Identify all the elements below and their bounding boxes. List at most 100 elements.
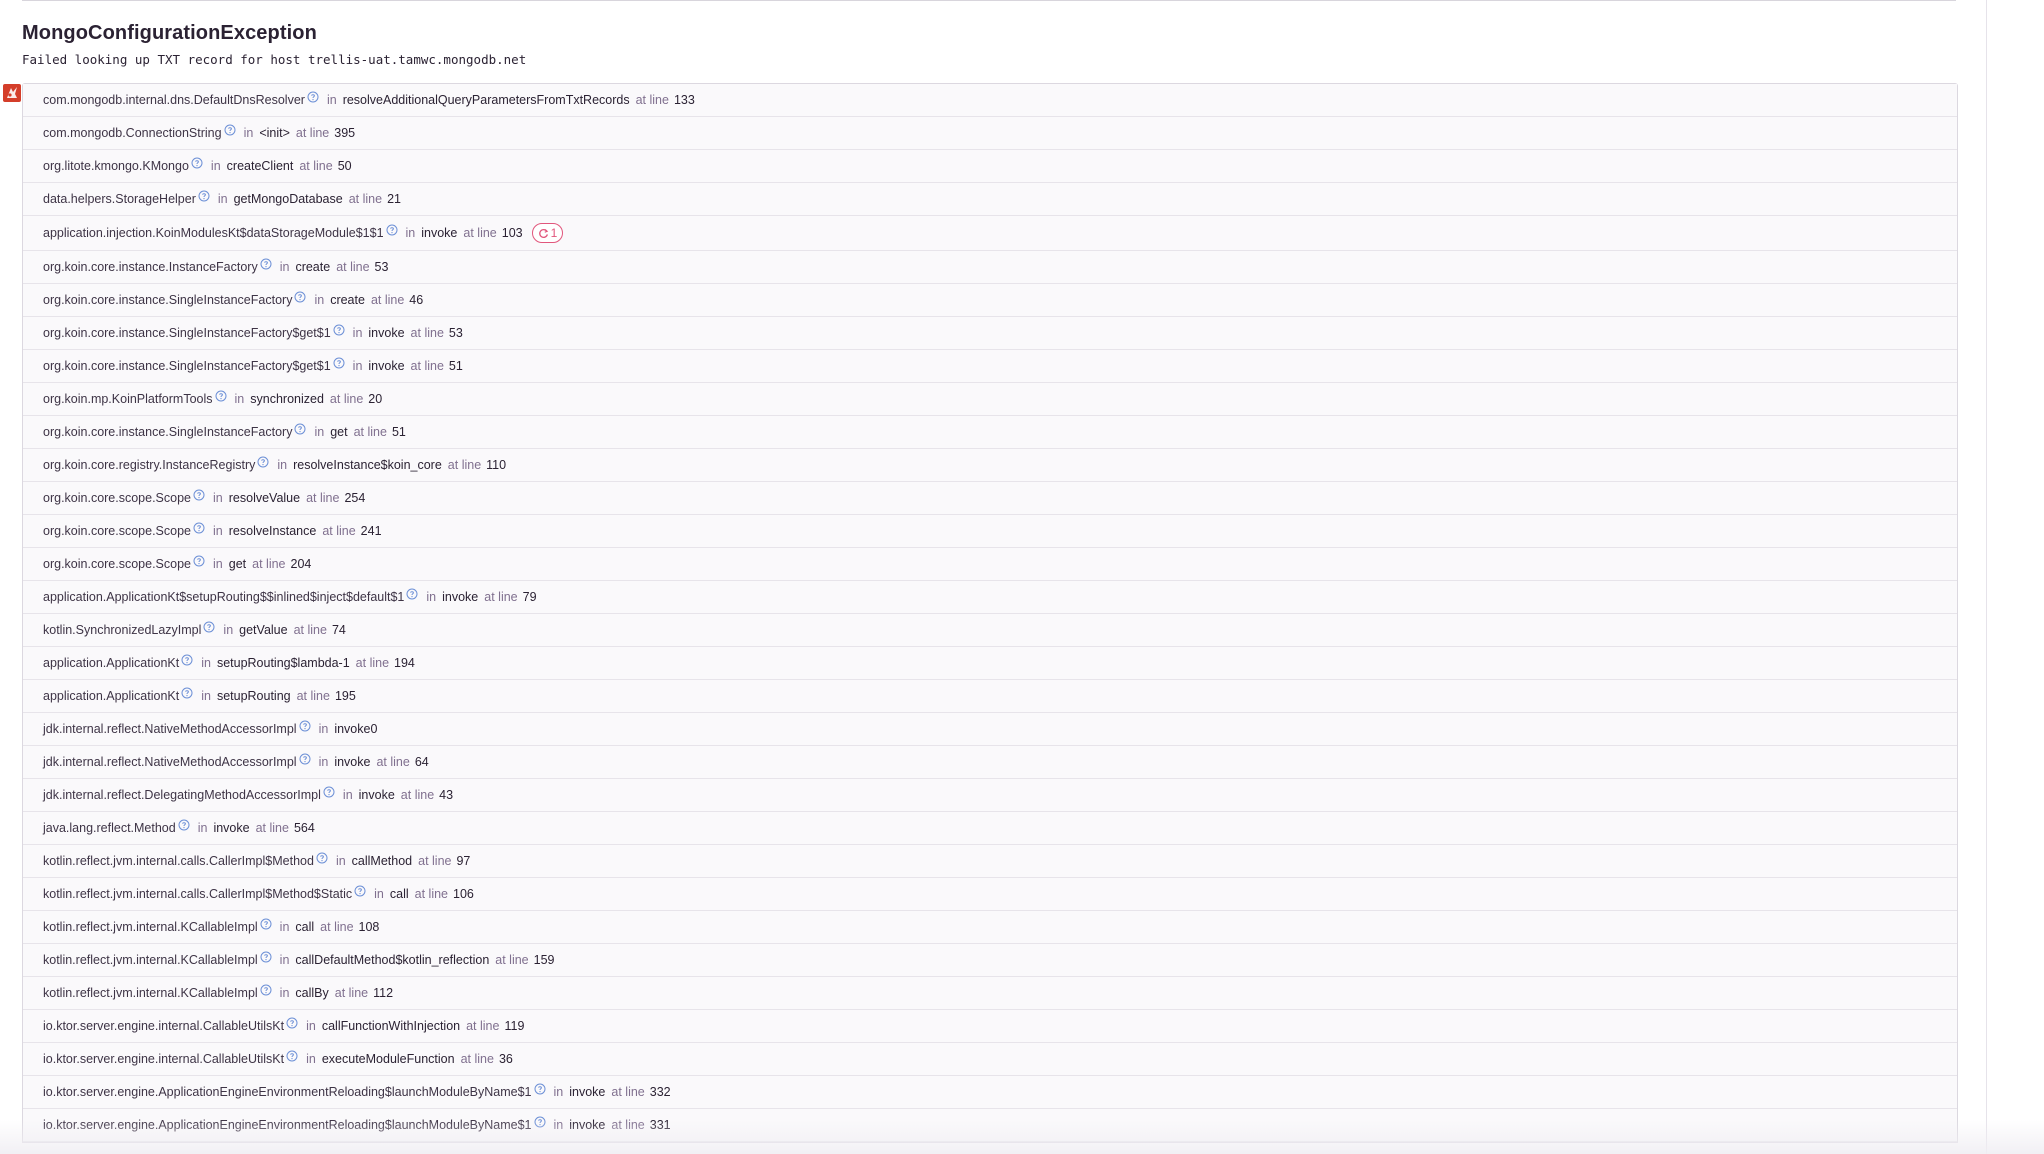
module-info-icon[interactable] — [294, 291, 306, 303]
frame-module: io.ktor.server.engine.ApplicationEngineE… — [43, 1085, 532, 1099]
stack-frame-row[interactable]: kotlin.reflect.jvm.internal.KCallableImp… — [23, 977, 1957, 1010]
frame-function: resolveValue — [228, 491, 301, 505]
stack-frame-row[interactable]: kotlin.reflect.jvm.internal.calls.Caller… — [23, 845, 1957, 878]
frame-line-number: 97 — [456, 854, 471, 868]
stack-frame-row[interactable]: org.koin.core.instance.SingleInstanceFac… — [23, 284, 1957, 317]
stack-frame-row[interactable]: org.litote.kmongo.KMongo in createClient at… — [23, 150, 1957, 183]
module-info-icon[interactable] — [181, 654, 193, 666]
frame-in-label: in — [234, 392, 245, 406]
frame-at-line-label: at line — [320, 920, 354, 934]
frame-at-line-label: at line — [400, 788, 435, 802]
stack-frame-row[interactable]: application.ApplicationKt in setupRouting$… — [23, 647, 1957, 680]
stack-frame-row[interactable]: data.helpers.StorageHelper in getMongoData… — [23, 183, 1957, 216]
stack-frame-row[interactable]: kotlin.reflect.jvm.internal.calls.Caller… — [23, 878, 1957, 911]
frame-line-number: 564 — [293, 821, 315, 835]
frame-at-line-label: at line — [353, 425, 387, 439]
stack-frame-row[interactable]: org.koin.core.registry.InstanceRegistry i… — [23, 449, 1957, 482]
module-info-icon[interactable] — [193, 489, 205, 501]
module-info-icon[interactable] — [299, 753, 311, 765]
frame-function: invoke — [334, 755, 371, 769]
stack-frame-row[interactable]: org.koin.core.instance.SingleInstanceFac… — [23, 317, 1957, 350]
frame-line-number: 331 — [649, 1118, 671, 1132]
stack-frame-row[interactable]: org.koin.mp.KoinPlatformTools in synchroni… — [23, 383, 1957, 416]
module-info-icon[interactable] — [215, 390, 227, 402]
module-info-icon[interactable] — [286, 1017, 298, 1029]
frame-module: io.ktor.server.engine.internal.CallableU… — [43, 1052, 285, 1066]
module-info-icon[interactable] — [354, 885, 366, 897]
module-info-icon[interactable] — [198, 190, 210, 202]
frame-in-label: in — [314, 425, 325, 439]
module-info-icon[interactable] — [193, 555, 205, 567]
module-info-icon[interactable] — [316, 852, 328, 864]
module-info-icon[interactable] — [260, 918, 272, 930]
frame-module: kotlin.reflect.jvm.internal.KCallableImp… — [43, 986, 258, 1000]
frame-at-line-label: at line — [495, 953, 529, 967]
stack-frame-row[interactable]: org.koin.core.scope.Scope in resolveInstan… — [23, 515, 1957, 548]
module-info-icon[interactable] — [224, 124, 236, 136]
module-info-icon[interactable] — [191, 157, 203, 169]
frame-line-number: 43 — [439, 788, 454, 802]
stack-frame-row[interactable]: org.koin.core.instance.SingleInstanceFac… — [23, 416, 1957, 449]
frame-module: application.ApplicationKt — [43, 656, 180, 670]
module-info-icon[interactable] — [286, 1050, 298, 1062]
stack-frame-row[interactable]: io.ktor.server.engine.internal.CallableU… — [23, 1043, 1957, 1076]
repeat-icon — [538, 228, 548, 238]
module-info-icon[interactable] — [260, 984, 272, 996]
stack-frame-row[interactable]: org.koin.core.scope.Scope in get at line 204 — [23, 548, 1957, 581]
module-info-icon[interactable] — [203, 621, 215, 633]
stack-frame-row[interactable]: application.ApplicationKt$setupRouting$$… — [23, 581, 1957, 614]
module-info-icon[interactable] — [534, 1083, 546, 1095]
module-info-icon[interactable] — [333, 324, 345, 336]
module-info-icon[interactable] — [386, 224, 398, 236]
module-info-icon[interactable] — [193, 522, 205, 534]
stack-frame-row[interactable]: org.koin.core.instance.SingleInstanceFac… — [23, 350, 1957, 383]
stack-frame-row[interactable]: io.ktor.server.engine.ApplicationEngineE… — [23, 1076, 1957, 1109]
stack-frame-row[interactable]: jdk.internal.reflect.NativeMethodAccesso… — [23, 746, 1957, 779]
stack-frame-row[interactable]: org.koin.core.instance.InstanceFactory in… — [23, 251, 1957, 284]
frame-in-label: in — [217, 192, 228, 206]
module-info-icon[interactable] — [333, 357, 345, 369]
stack-frame-row[interactable]: jdk.internal.reflect.DelegatingMethodAcc… — [23, 779, 1957, 812]
module-info-icon[interactable] — [323, 786, 335, 798]
module-info-icon[interactable] — [534, 1116, 546, 1128]
frame-module: org.koin.core.scope.Scope — [43, 557, 192, 571]
stack-frame-row[interactable]: kotlin.SynchronizedLazyImpl in getValue at … — [23, 614, 1957, 647]
module-info-icon[interactable] — [307, 91, 319, 103]
module-info-icon[interactable] — [299, 720, 311, 732]
stack-frame-row[interactable]: io.ktor.server.engine.internal.CallableU… — [23, 1010, 1957, 1043]
frame-function: invoke — [569, 1085, 606, 1099]
module-info-icon[interactable] — [294, 423, 306, 435]
stack-frame-row[interactable]: com.mongodb.internal.dns.DefaultDnsResol… — [23, 84, 1957, 117]
frame-at-line-label: at line — [447, 458, 482, 472]
stack-frame-row[interactable]: com.mongodb.ConnectionString in <init> at l… — [23, 117, 1957, 150]
frame-module: jdk.internal.reflect.NativeMethodAccesso… — [43, 722, 297, 736]
frame-module: org.koin.core.scope.Scope — [43, 524, 192, 538]
right-divider — [1986, 0, 1987, 1154]
stack-frame-row[interactable]: java.lang.reflect.Method in invoke at line 5… — [23, 812, 1957, 845]
frame-in-label: in — [306, 1052, 316, 1066]
frame-module: application.ApplicationKt$setupRouting$$… — [43, 590, 405, 604]
module-info-icon[interactable] — [260, 951, 272, 963]
module-info-icon[interactable] — [181, 687, 193, 699]
module-info-icon[interactable] — [178, 819, 190, 831]
stack-frame-row[interactable]: kotlin.reflect.jvm.internal.KCallableImp… — [23, 911, 1957, 944]
frame-at-line-label: at line — [611, 1085, 645, 1099]
stack-frame-row[interactable]: application.injection.KoinModulesKt$data… — [23, 216, 1957, 251]
frame-in-label: in — [342, 788, 353, 802]
module-info-icon[interactable] — [260, 258, 272, 270]
frame-in-label: in — [405, 226, 416, 240]
stack-frame-row[interactable]: io.ktor.server.engine.ApplicationEngineE… — [23, 1109, 1957, 1142]
module-info-icon[interactable] — [406, 588, 418, 600]
stack-frame-row[interactable]: kotlin.reflect.jvm.internal.KCallableImp… — [23, 944, 1957, 977]
module-info-icon[interactable] — [257, 456, 269, 468]
stack-frame-row[interactable]: application.ApplicationKt in setupRouting a… — [23, 680, 1957, 713]
stack-frame-row[interactable]: org.koin.core.scope.Scope in resolveValue a… — [23, 482, 1957, 515]
frame-function: create — [330, 293, 365, 307]
repeats-badge[interactable]: 1 — [531, 223, 564, 243]
frame-module: data.helpers.StorageHelper — [43, 192, 196, 206]
stack-frame-row[interactable]: jdk.internal.reflect.NativeMethodAccesso… — [23, 713, 1957, 746]
frame-in-label: in — [197, 821, 208, 835]
frame-at-line-label: at line — [410, 359, 444, 373]
frame-at-line-label: at line — [306, 491, 340, 505]
repeats-count: 1 — [550, 226, 558, 240]
